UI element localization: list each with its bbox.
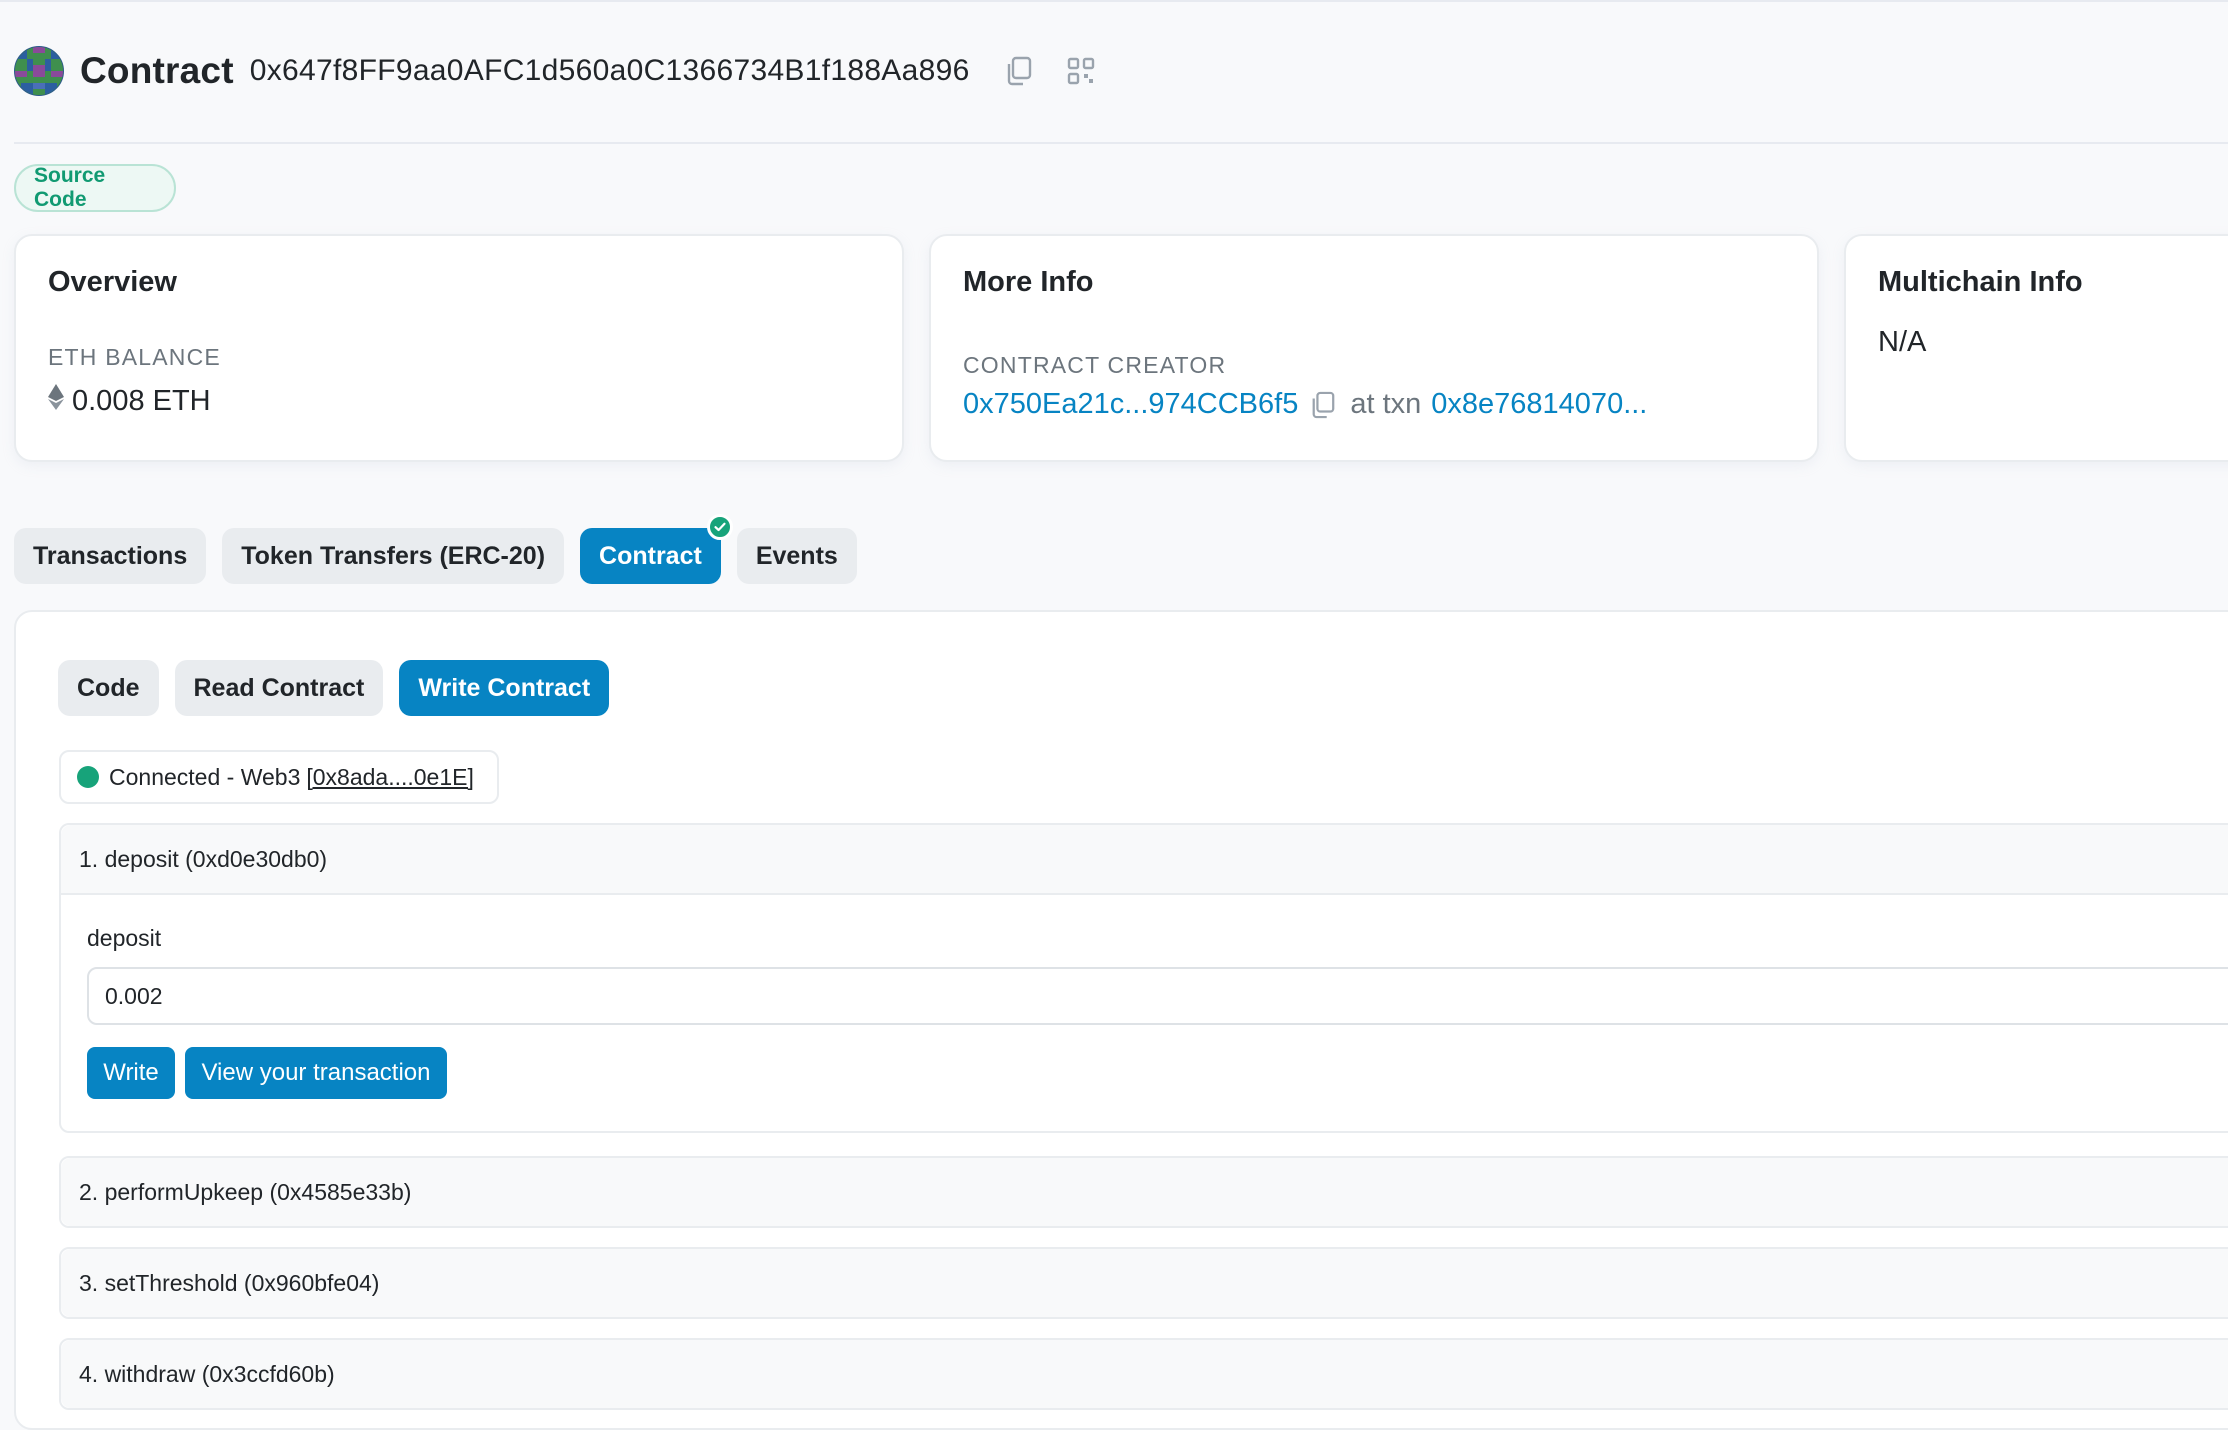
contract-subtabs: Code Read Contract Write Contract: [58, 660, 625, 716]
eth-balance-label: ETH BALANCE: [48, 344, 221, 370]
contract-address: 0x647f8FF9aa0AFC1d560a0C1366734B1f188Aa8…: [249, 54, 970, 87]
deposit-field-label: deposit: [87, 925, 162, 951]
tab-token-transfers[interactable]: Token Transfers (ERC-20): [222, 528, 565, 584]
page-header: Contract 0x647f8FF9aa0AFC1d560a0C1366734…: [14, 40, 1096, 102]
function-item-perform-upkeep: 2. performUpkeep (0x4585e33b): [59, 1156, 2228, 1228]
top-divider: [0, 0, 2228, 2]
connection-status-text: Connected - Web3: [109, 763, 301, 790]
function-header[interactable]: 1. deposit (0xd0e30db0): [61, 825, 2228, 895]
function-body: deposit Write View your transaction: [61, 895, 2228, 1135]
ethereum-icon: [48, 384, 64, 418]
source-code-badge[interactable]: Source Code: [14, 164, 176, 212]
creation-txn-link[interactable]: 0x8e76814070...: [1431, 388, 1647, 421]
view-transaction-button[interactable]: View your transaction: [185, 1047, 447, 1099]
page-title: Contract: [80, 50, 234, 91]
eth-balance-row: 0.008 ETH: [48, 384, 211, 418]
connected-wallet-link[interactable]: [0x8ada....0e1E]: [306, 764, 474, 791]
more-info-title: More Info: [963, 266, 1094, 298]
copy-icon[interactable]: [1004, 56, 1034, 86]
copy-icon[interactable]: [1310, 391, 1336, 419]
contract-avatar: [14, 46, 64, 96]
main-tabs: Transactions Token Transfers (ERC-20) Co…: [14, 514, 873, 584]
contract-panel: Code Read Contract Write Contract Connec…: [14, 610, 2228, 1430]
write-button[interactable]: Write: [87, 1047, 175, 1099]
creator-address-link[interactable]: 0x750Ea21c...974CCB6f5: [963, 388, 1298, 421]
tab-transactions[interactable]: Transactions: [14, 528, 207, 584]
connected-status-dot: [77, 766, 99, 788]
function-item-deposit: 1. deposit (0xd0e30db0) deposit Write Vi…: [59, 823, 2228, 1133]
tab-contract-label: Contract: [599, 541, 702, 570]
more-info-card: More Info CONTRACT CREATOR 0x750Ea21c...…: [929, 234, 1819, 462]
overview-card: Overview ETH BALANCE 0.008 ETH: [14, 234, 904, 462]
eth-balance-value: 0.008 ETH: [72, 384, 211, 417]
wallet-connection-status: Connected - Web3 [0x8ada....0e1E]: [59, 750, 499, 804]
tab-contract[interactable]: Contract: [580, 514, 733, 584]
contract-creator-label: CONTRACT CREATOR: [963, 352, 1227, 378]
subtab-read-contract[interactable]: Read Contract: [174, 660, 384, 716]
multichain-title: Multichain Info: [1878, 266, 2083, 298]
tab-events[interactable]: Events: [736, 528, 857, 584]
header-divider: [14, 142, 2228, 144]
at-txn-label: at txn: [1350, 388, 1422, 420]
subtab-code[interactable]: Code: [58, 660, 159, 716]
overview-title: Overview: [48, 266, 177, 298]
deposit-amount-input[interactable]: [87, 967, 2228, 1025]
function-header[interactable]: 3. setThreshold (0x960bfe04): [61, 1249, 2228, 1317]
subtab-write-contract[interactable]: Write Contract: [399, 660, 610, 716]
multichain-info-card: Multichain Info N/A: [1844, 234, 2228, 462]
qr-code-icon[interactable]: [1066, 56, 1096, 86]
function-header[interactable]: 2. performUpkeep (0x4585e33b): [61, 1158, 2228, 1226]
verified-check-icon: [706, 514, 733, 540]
multichain-value: N/A: [1878, 326, 1927, 358]
function-item-set-threshold: 3. setThreshold (0x960bfe04): [59, 1247, 2228, 1319]
contract-creator-row: 0x750Ea21c...974CCB6f5 at txn 0x8e768140…: [963, 388, 1647, 421]
function-item-withdraw: 4. withdraw (0x3ccfd60b): [59, 1338, 2228, 1410]
function-header[interactable]: 4. withdraw (0x3ccfd60b): [61, 1340, 2228, 1408]
